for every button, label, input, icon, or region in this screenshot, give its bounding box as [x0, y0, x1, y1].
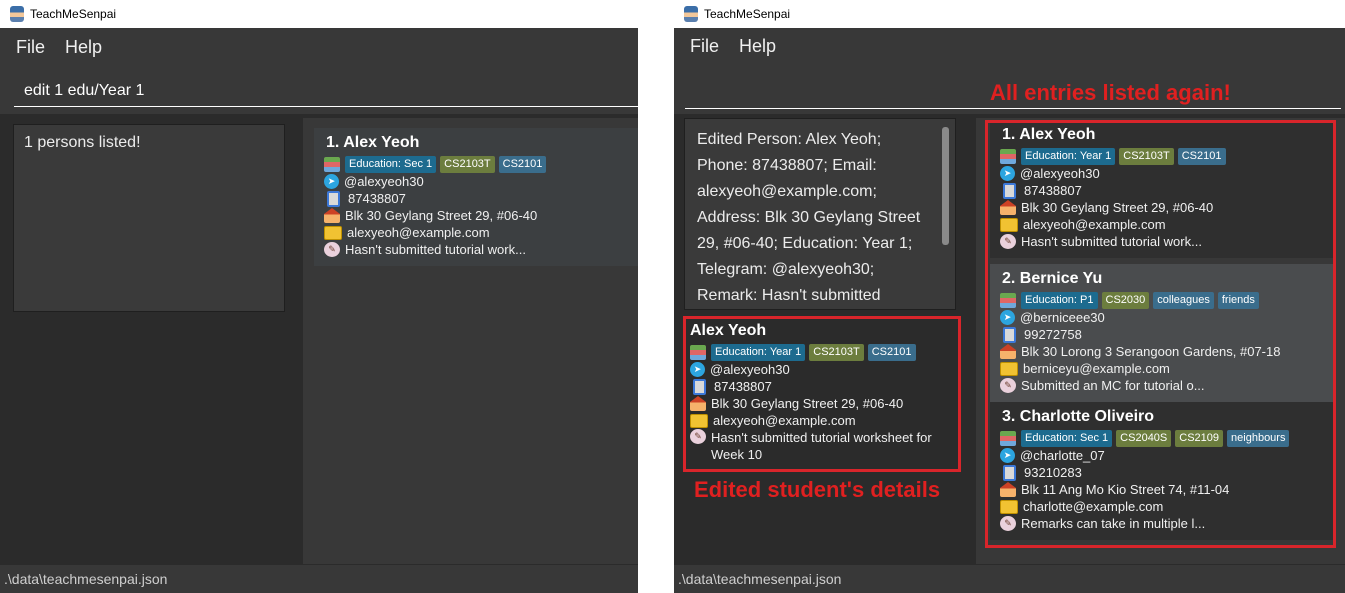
- menu-bar: File Help: [674, 28, 1345, 64]
- phone-icon: [327, 190, 340, 207]
- title-bar: TeachMeSenpai: [0, 0, 638, 28]
- person-telegram: @alexyeoh30: [344, 174, 424, 189]
- person-email: alexyeoh@example.com: [347, 225, 490, 240]
- annotation-edited-details: Edited student's details: [694, 477, 941, 502]
- scrollbar[interactable]: [942, 127, 949, 245]
- person-phone: 87438807: [348, 191, 406, 206]
- menu-file[interactable]: File: [690, 36, 719, 57]
- menu-bar: File Help: [0, 28, 638, 66]
- command-input[interactable]: [14, 76, 638, 107]
- result-display: 1 persons listed!: [13, 124, 285, 312]
- person-remark: Hasn't submitted tutorial work...: [345, 242, 526, 257]
- person-address: Blk 30 Geylang Street 29, #06-40: [345, 208, 538, 223]
- result-text: Edited Person: Alex Yeoh; Phone: 8743880…: [697, 131, 921, 304]
- books-icon: [324, 157, 340, 172]
- status-bar: .\data\teachmesenpai.json: [0, 565, 638, 593]
- right-window: TeachMeSenpai File Help Edited Person: A…: [674, 0, 1345, 593]
- tag-module: CS2103T: [440, 156, 495, 173]
- tag-education: Education: Sec 1: [345, 156, 437, 173]
- remark-icon: ✎: [324, 242, 340, 257]
- app-title: TeachMeSenpai: [30, 7, 117, 21]
- list-highlight-box: [985, 120, 1336, 548]
- house-icon: [324, 208, 340, 223]
- detail-highlight-box: [683, 316, 961, 472]
- menu-file[interactable]: File: [16, 37, 45, 58]
- tag-module: CS2101: [498, 156, 547, 173]
- menu-help[interactable]: Help: [65, 37, 102, 58]
- app-title: TeachMeSenpai: [704, 7, 791, 21]
- person-card[interactable]: 1. Alex Yeoh Education: Sec 1 CS2103T CS…: [314, 128, 638, 266]
- annotation-all-listed: All entries listed again!: [988, 80, 1233, 106]
- result-display: Edited Person: Alex Yeoh; Phone: 8743880…: [684, 118, 956, 310]
- mail-icon: [324, 225, 342, 240]
- status-bar: .\data\teachmesenpai.json: [674, 565, 1345, 593]
- menu-help[interactable]: Help: [739, 36, 776, 57]
- result-text: 1 persons listed!: [24, 134, 141, 151]
- left-window: TeachMeSenpai File Help 1 persons listed…: [0, 0, 638, 593]
- person-list-panel: 1. Alex Yeoh Education: Sec 1 CS2103T CS…: [303, 118, 638, 564]
- person-name: Alex Yeoh: [343, 134, 420, 151]
- title-bar: TeachMeSenpai: [674, 0, 1345, 28]
- person-index: 1.: [326, 134, 340, 151]
- app-icon: [10, 6, 24, 22]
- app-icon: [684, 6, 698, 22]
- telegram-icon: ➤: [324, 174, 339, 189]
